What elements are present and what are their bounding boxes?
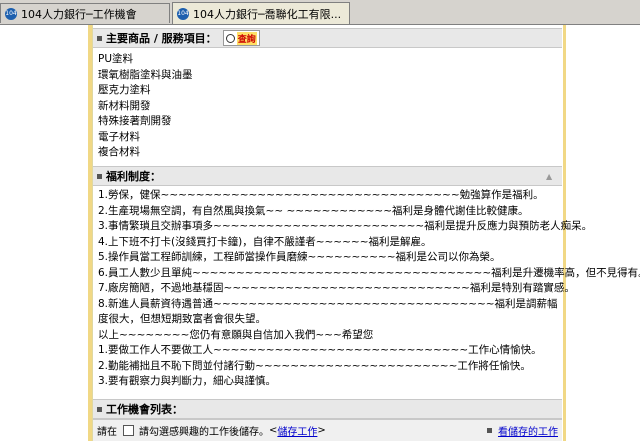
bullet-square-icon [487, 428, 492, 433]
page-content: 主要商品 / 服務項目： 查詢 PU塗料 環氧樹脂塗料與油墨 壓克力塗料 新材料… [0, 25, 640, 441]
list-item: 3.要有觀察力與判斷力，細心與謹慎。 [98, 375, 277, 387]
list-item: 電子材料 [98, 130, 140, 143]
welfare-section-header: 福利制度： ▲ [93, 166, 562, 186]
tab-company-page[interactable]: 104 104人力銀行─喬聯化工有限... [172, 2, 350, 24]
list-item: 2.生產現場無空調，有自然風與換氣~~ ~~~~~~~~~~~~福利是身體代謝佳… [98, 204, 529, 217]
back-to-top-icon[interactable]: ▲ [546, 172, 556, 181]
104-favicon-icon: 104 [5, 7, 17, 20]
list-item: 5.操作員當工程師訓練，工程師當操作員磨練~~~~~~~~~~福利是公司以你為榮… [98, 251, 501, 263]
right-border [563, 25, 566, 441]
angle-open: < [269, 425, 278, 436]
tab-job-opportunities[interactable]: 104 104人力銀行─工作機會 [0, 3, 170, 23]
list-item: 2.勤能補拙且不恥下問並付諸行動~~~~~~~~~~~~~~~~~~~~~~~工… [98, 359, 531, 372]
products-list: PU塗料 環氧樹脂塗料與油墨 壓克力塗料 新材料開發 特殊接著劑開發 電子材料 … [98, 52, 560, 161]
list-item: 8.新進人員薪資待遇普通~~~~~~~~~~~~~~~~~~~~~~~~~~~~… [98, 297, 558, 326]
products-section-header: 主要商品 / 服務項目： 查詢 [93, 28, 562, 48]
product-search-button[interactable]: 查詢 [222, 30, 260, 46]
welfare-heading: 福利制度： [106, 170, 161, 183]
list-item: 4.上下班不打卡(沒錢買打卡鐘)，自律不嚴謹者~~~~~~福利是解雇。 [98, 235, 432, 248]
list-item: 特殊接著劑開發 [98, 115, 172, 127]
list-item: 新材料開發 [98, 99, 151, 112]
bullet-square-icon [97, 35, 102, 41]
list-item: 7.廠房簡陋，不過地基穩固~~~~~~~~~~~~~~~~~~~~~~~~~~~… [98, 282, 575, 294]
list-item: 1.勞保，健保~~~~~~~~~~~~~~~~~~~~~~~~~~~~~~~~~… [98, 189, 544, 201]
list-item: 環氧樹脂塗料與油墨 [98, 68, 193, 81]
products-heading: 主要商品 / 服務項目： [106, 32, 217, 45]
tab-label: 104人力銀行─工作機會 [21, 7, 137, 21]
footer-instruction: 請勾選感興趣的工作後儲存。 [139, 427, 269, 438]
list-item: 6.員工人數少且單純~~~~~~~~~~~~~~~~~~~~~~~~~~~~~~… [98, 266, 640, 279]
search-badge: 查詢 [236, 31, 257, 45]
list-item: PU塗料 [98, 53, 134, 65]
job-list-heading: 工作機會列表： [106, 403, 183, 416]
welfare-list: 1.勞保，健保~~~~~~~~~~~~~~~~~~~~~~~~~~~~~~~~~… [98, 188, 640, 390]
save-jobs-link[interactable]: 儲存工作 [277, 423, 317, 438]
save-jobs-bar: 請在 請勾選感興趣的工作後儲存。 < 儲存工作 > 看儲存的工作 [93, 419, 562, 441]
bullet-square-icon [97, 173, 102, 179]
list-item: 複合材料 [98, 146, 140, 158]
tab-bar: 104 104人力銀行─工作機會 104 104人力銀行─喬聯化工有限... [0, 0, 640, 25]
list-item: 以上~~~~~~~~您仍有意願與自信加入我們~~~希望您 [98, 328, 374, 341]
view-saved-jobs-link[interactable]: 看儲存的工作 [498, 423, 558, 438]
select-all-checkbox[interactable] [123, 425, 134, 436]
list-item: 壓克力塗料 [98, 84, 151, 96]
104-favicon-icon: 104 [177, 7, 189, 20]
list-item: 3.事情繁瑣且交辦事項多~~~~~~~~~~~~~~~~~~~~~~~~福利是提… [98, 220, 593, 232]
tab-label: 104人力銀行─喬聯化工有限... [193, 7, 342, 21]
list-item: 1.要做工作人不要做工人~~~~~~~~~~~~~~~~~~~~~~~~~~~~… [98, 344, 542, 356]
job-list-section-header: 工作機會列表： [93, 399, 562, 419]
magnifier-icon [225, 33, 235, 43]
angle-close: > [317, 425, 326, 436]
bullet-square-icon [97, 406, 102, 412]
footer-prefix: 請在 [97, 427, 117, 438]
